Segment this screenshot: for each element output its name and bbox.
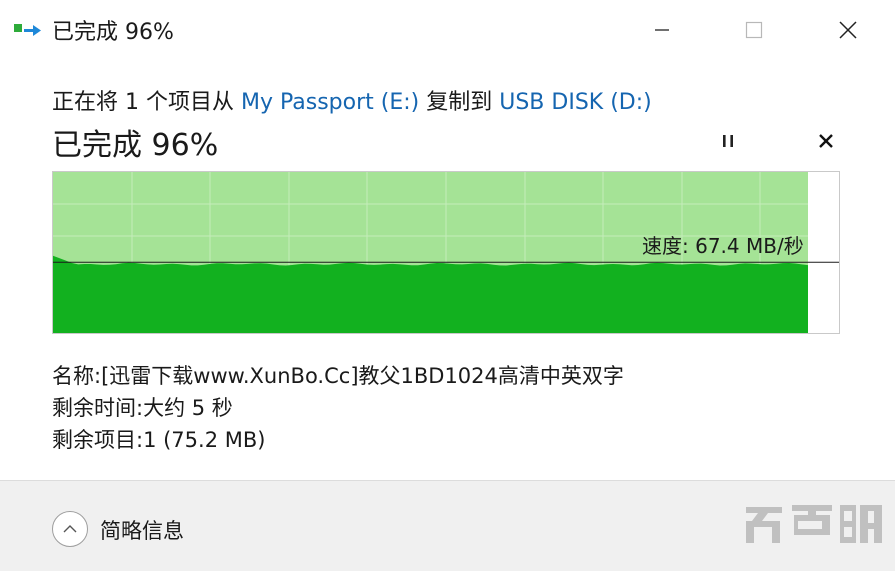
copy-files-icon bbox=[14, 24, 41, 36]
speed-area bbox=[53, 255, 808, 333]
maximize-icon bbox=[745, 21, 763, 39]
copy-description: 正在将 1 个项目从 My Passport (E:) 复制到 USB DISK… bbox=[52, 84, 652, 116]
items-remaining-value: 1 (75.2 MB) bbox=[143, 428, 266, 452]
fewer-details-toggle[interactable] bbox=[52, 511, 88, 547]
name-value: [迅雷下载www.XunBo.Cc]教父1BD1024高清中英双字 bbox=[101, 364, 624, 388]
close-button[interactable] bbox=[826, 10, 870, 50]
cancel-button[interactable] bbox=[804, 124, 848, 158]
time-remaining-label: 剩余时间: bbox=[52, 396, 144, 420]
items-remaining-label: 剩余项目: bbox=[52, 428, 144, 452]
speed-label: 速度: 67.4 MB/秒 bbox=[642, 234, 804, 258]
footer: 简略信息 bbox=[0, 480, 895, 571]
copy-prefix-text: 正在将 1 个项目从 bbox=[52, 90, 241, 115]
name-label: 名称: bbox=[52, 364, 102, 388]
watermark-logo bbox=[746, 505, 882, 543]
minimize-icon bbox=[655, 29, 669, 31]
time-remaining-row: 剩余时间: 大约 5 秒 bbox=[52, 392, 233, 422]
maximize-button[interactable] bbox=[732, 10, 776, 50]
progress-title: 已完成 96% bbox=[52, 128, 219, 163]
time-remaining-value: 大约 5 秒 bbox=[143, 396, 233, 420]
pause-button[interactable] bbox=[706, 124, 750, 158]
fewer-details-label[interactable]: 简略信息 bbox=[100, 515, 184, 545]
minimize-button[interactable] bbox=[640, 10, 684, 50]
copy-middle-text: 复制到 bbox=[419, 90, 500, 115]
destination-link[interactable]: USB DISK (D:) bbox=[499, 90, 652, 115]
items-remaining-row: 剩余项目: 1 (75.2 MB) bbox=[52, 424, 265, 454]
source-link[interactable]: My Passport (E:) bbox=[241, 90, 419, 115]
chevron-up-icon bbox=[63, 525, 77, 533]
name-row: 名称: [迅雷下载www.XunBo.Cc]教父1BD1024高清中英双字 bbox=[52, 360, 624, 390]
cancel-icon bbox=[819, 134, 833, 148]
title-bar: 已完成 96% bbox=[0, 0, 895, 60]
pause-icon bbox=[723, 135, 733, 147]
close-icon bbox=[839, 21, 857, 39]
window-title: 已完成 96% bbox=[52, 20, 174, 45]
